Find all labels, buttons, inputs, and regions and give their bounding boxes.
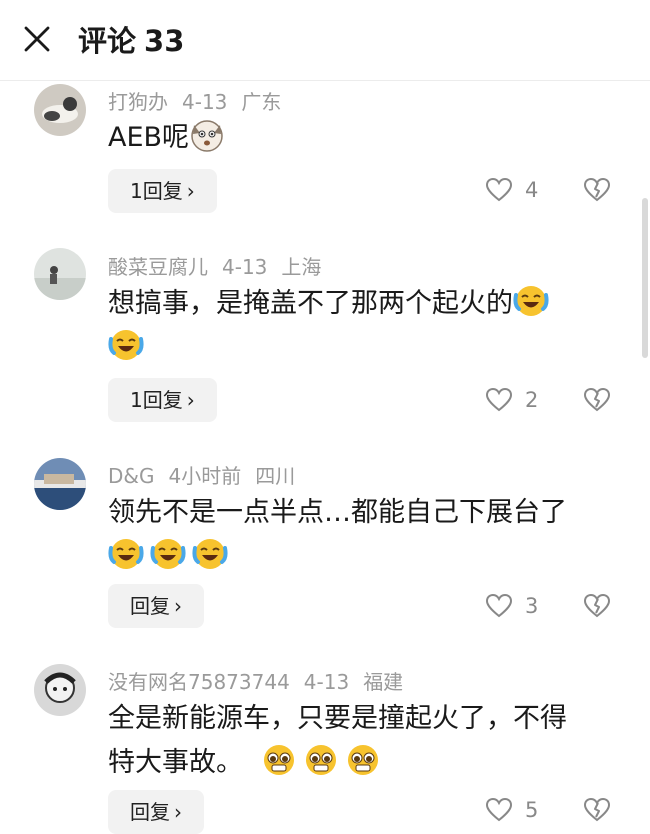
- title-label: 评论: [78, 24, 137, 58]
- username[interactable]: 打狗办: [108, 90, 168, 114]
- comment-meta: D&G 4小时前 四川: [108, 460, 309, 489]
- laugh-cry-emoji-icon: [108, 327, 144, 363]
- like-button[interactable]: 3: [485, 592, 538, 620]
- comment-date: 4-13: [303, 670, 350, 694]
- chevron-right-icon: ›: [174, 594, 182, 618]
- avatar[interactable]: [34, 248, 86, 300]
- close-icon: [24, 26, 50, 52]
- laugh-cry-emoji-icon: [192, 536, 228, 572]
- reply-label: 1回复: [130, 179, 183, 203]
- comment-location: 福建: [363, 670, 404, 694]
- chevron-right-icon: ›: [186, 388, 195, 412]
- broken-heart-icon: [583, 387, 611, 412]
- chevron-right-icon: ›: [186, 179, 195, 203]
- comment-count: 33: [144, 24, 185, 58]
- laugh-cry-emoji-icon: [150, 536, 186, 572]
- comment-text-line: AEB呢: [108, 122, 190, 153]
- laugh-cry-emoji-icon: [513, 283, 549, 319]
- username[interactable]: D&G: [108, 464, 155, 488]
- like-button[interactable]: 5: [485, 796, 538, 824]
- avatar[interactable]: [34, 458, 86, 510]
- dislike-button[interactable]: [583, 796, 611, 824]
- comment-text: 想搞事，是掩盖不了那两个起火的: [108, 282, 608, 370]
- username[interactable]: 没有网名75873744: [108, 670, 290, 694]
- comment-date: 4小时前: [168, 464, 242, 488]
- avatar[interactable]: [34, 664, 86, 716]
- comment-location: 四川: [255, 464, 296, 488]
- like-button[interactable]: 2: [485, 386, 538, 414]
- comment-text: 全是新能源车，只要是撞起火了，不得 特大事故。: [108, 697, 608, 785]
- dislike-button[interactable]: [583, 176, 611, 204]
- heart-icon: [485, 797, 513, 822]
- dislike-button[interactable]: [583, 592, 611, 620]
- reply-label: 回复: [130, 800, 170, 824]
- dislike-button[interactable]: [583, 386, 611, 414]
- comment-text-line: 领先不是一点半点…都能自己下展台了: [108, 497, 567, 528]
- pleading-emoji-icon: [345, 742, 381, 778]
- like-count: 3: [525, 594, 539, 618]
- comment-date: 4-13: [182, 90, 228, 114]
- laugh-cry-emoji-icon: [108, 536, 144, 572]
- comment-text: AEB呢: [108, 116, 608, 160]
- pleading-emoji-icon: [261, 742, 297, 778]
- chevron-right-icon: ›: [174, 800, 182, 824]
- comment-meta: 酸菜豆腐儿 4-13 上海: [108, 251, 335, 280]
- like-button[interactable]: 4: [485, 176, 538, 204]
- dog-emoji-icon: [189, 117, 225, 153]
- reply-button[interactable]: 回复 ›: [108, 584, 204, 628]
- reply-button[interactable]: 回复 ›: [108, 790, 204, 834]
- broken-heart-icon: [583, 593, 611, 618]
- reply-label: 回复: [130, 594, 170, 618]
- like-count: 2: [525, 388, 539, 412]
- page-title: 评论 33: [78, 18, 192, 60]
- like-count: 5: [525, 798, 539, 822]
- username[interactable]: 酸菜豆腐儿: [108, 255, 208, 279]
- heart-icon: [485, 387, 513, 412]
- comment-location: 上海: [281, 255, 322, 279]
- heart-icon: [485, 593, 513, 618]
- comment-date: 4-13: [222, 255, 268, 279]
- close-button[interactable]: [22, 24, 52, 54]
- comment-meta: 打狗办 4-13 广东: [108, 86, 295, 115]
- pleading-emoji-icon: [303, 742, 339, 778]
- reply-button[interactable]: 1回复 ›: [108, 169, 217, 213]
- comment-text: 领先不是一点半点…都能自己下展台了: [108, 491, 608, 579]
- like-count: 4: [525, 178, 539, 202]
- broken-heart-icon: [583, 177, 611, 202]
- reply-label: 1回复: [130, 388, 183, 412]
- reply-button[interactable]: 1回复 ›: [108, 378, 217, 422]
- comment-text-line: 特大事故。: [108, 747, 243, 778]
- avatar[interactable]: [34, 84, 86, 136]
- heart-icon: [485, 177, 513, 202]
- comment-text-line: 全是新能源车，只要是撞起火了，不得: [108, 703, 567, 734]
- comment-meta: 没有网名75873744 4-13 福建: [108, 666, 417, 695]
- comment-location: 广东: [241, 90, 282, 114]
- comment-text-line: 想搞事，是掩盖不了那两个起火的: [108, 288, 513, 319]
- comments-header: 评论 33: [0, 0, 650, 81]
- scrollbar[interactable]: [642, 198, 648, 358]
- broken-heart-icon: [583, 797, 611, 822]
